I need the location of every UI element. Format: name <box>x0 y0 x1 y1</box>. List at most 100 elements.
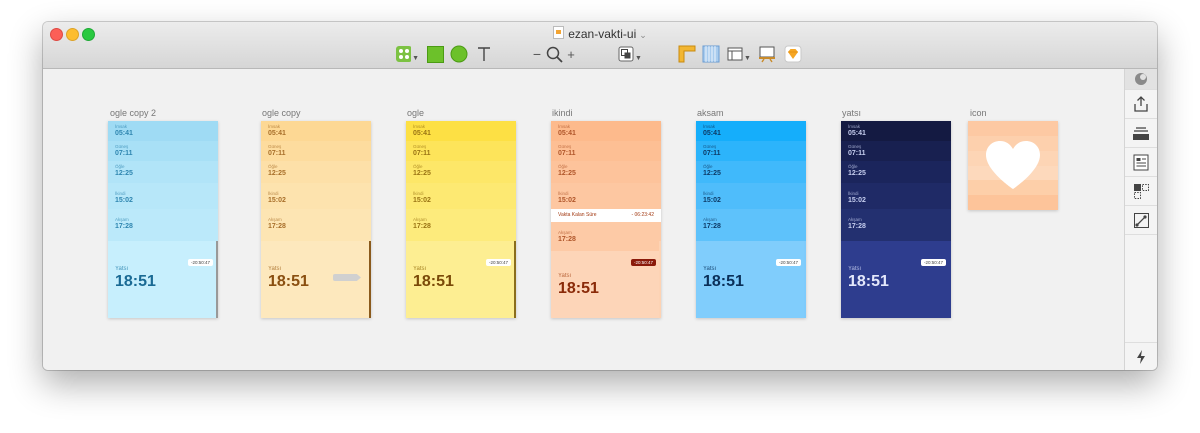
prayer-row: Akşam 17:28 <box>261 209 371 241</box>
lightning-icon <box>1137 350 1145 364</box>
prayer-name: İmsak <box>558 124 571 129</box>
prayer-time: 15:02 <box>558 197 576 204</box>
text-tool-button[interactable] <box>474 44 494 64</box>
artboard-edge-line <box>804 241 806 318</box>
prayer-time: 17:28 <box>413 223 431 230</box>
prayer-row: İkindi 15:02 <box>551 183 661 209</box>
countdown-badge: -20:50:47 <box>920 259 946 266</box>
rectangle-icon <box>426 45 444 63</box>
artboard-ogle[interactable]: İmsak 05:41 Güneş 07:11 Öğle 12:25 İkindi 15:02… <box>406 121 516 318</box>
prayer-row: İmsak 05:41 <box>551 121 661 141</box>
current-prayer-name: Yatsı <box>268 266 282 272</box>
artboard-label-yatsi[interactable]: yatsı <box>842 108 861 118</box>
cloud-button[interactable] <box>1125 69 1157 90</box>
artboard-label-aksam[interactable]: aksam <box>697 108 724 118</box>
prayer-name: İmsak <box>115 124 128 129</box>
countdown-badge: -20:50:47 <box>775 259 801 266</box>
current-prayer-time: 18:51 <box>413 273 454 290</box>
icon-stripe <box>968 195 1058 210</box>
remaining-time-label: Vakta Kalan Süre <box>558 212 597 218</box>
artboard-ikindi[interactable]: İmsak 05:41 Güneş 07:11 Öğle 12:25 İkindi 15:02… <box>551 121 661 318</box>
canvas[interactable]: ogle copy 2 ogle copy ogle ikindi aksam … <box>43 69 1125 370</box>
boolean-operations-button[interactable]: ▼ <box>617 44 643 64</box>
layout-button[interactable]: ▼ <box>726 44 752 64</box>
prayer-row: Akşam 17:28 <box>551 222 661 251</box>
heart-icon <box>986 141 1040 189</box>
prayer-name: İkindi <box>115 191 126 196</box>
prayer-row: İkindi 15:02 <box>841 183 951 209</box>
symbols-button[interactable] <box>1125 177 1157 206</box>
rectangle-tool-button[interactable] <box>425 44 445 64</box>
grid-button[interactable] <box>701 44 721 64</box>
artboard-label-ogle[interactable]: ogle <box>407 108 424 118</box>
prayer-row: İkindi 15:02 <box>261 183 371 209</box>
prayer-name: Akşam <box>703 217 717 222</box>
artboard-ogle-copy[interactable]: İmsak 05:41 Güneş 07:11 Öğle 12:25 İkindi 15:02… <box>261 121 371 318</box>
artboard-label-ogle-copy-2[interactable]: ogle copy 2 <box>110 108 156 118</box>
prayer-time: 07:11 <box>703 150 721 157</box>
zoom-button[interactable] <box>544 44 564 64</box>
prayer-time: 15:02 <box>413 197 431 204</box>
prayer-name: Öğle <box>558 164 568 169</box>
prayer-time: 15:02 <box>115 197 133 204</box>
prayer-time: 17:28 <box>848 223 866 230</box>
oval-tool-button[interactable] <box>449 44 469 64</box>
current-prayer-time: 18:51 <box>703 273 744 290</box>
prayer-time: 12:25 <box>413 170 431 177</box>
prayer-name: Güneş <box>703 144 717 149</box>
artboard-edge-line <box>216 241 218 318</box>
grid-icon <box>702 45 720 63</box>
current-prayer-block: Yatsı 18:51 <box>406 241 516 318</box>
prayer-row: Öğle 12:25 <box>108 161 218 183</box>
artboard-aksam[interactable]: İmsak 05:41 Güneş 07:11 Öğle 12:25 İkindi 15:02… <box>696 121 806 318</box>
prayer-time: 05:41 <box>703 130 721 137</box>
edit-path-button[interactable] <box>1125 206 1157 235</box>
edit-path-icon <box>1133 212 1149 228</box>
prayer-name: Güneş <box>558 144 572 149</box>
countdown-badge: -20:50:47 <box>187 259 213 266</box>
oval-icon <box>450 45 468 63</box>
prayer-name: İkindi <box>413 191 424 196</box>
countdown-badge <box>333 274 361 281</box>
prayer-name: Güneş <box>848 144 862 149</box>
prayer-row: Öğle 12:25 <box>261 161 371 183</box>
title-bar: ezan-vakti-ui ⌄ ▼ − + ▼ ▼ <box>43 22 1157 69</box>
prayer-row: İmsak 05:41 <box>108 121 218 141</box>
layer-stack-button[interactable] <box>1125 119 1157 148</box>
prayer-time: 17:28 <box>115 223 133 230</box>
artboard-ogle-copy-2[interactable]: İmsak 05:41 Güneş 07:11 Öğle 12:25 İkindi 15:02… <box>108 121 218 318</box>
zoom-in-button[interactable]: + <box>565 44 577 64</box>
prayer-time: 15:02 <box>848 197 866 204</box>
sketch-cloud-button[interactable] <box>782 44 804 64</box>
prayer-name: Güneş <box>115 144 129 149</box>
artboard-label-icon[interactable]: icon <box>970 108 987 118</box>
rulers-button[interactable] <box>677 44 697 64</box>
artboard-icon[interactable] <box>968 121 1058 210</box>
preview-button[interactable] <box>756 44 778 64</box>
artboard-edge-line <box>369 241 371 318</box>
current-prayer-block: Yatsı 18:51 <box>108 241 218 318</box>
artboard-yatsı[interactable]: İmsak 05:41 Güneş 07:11 Öğle 12:25 İkindi 15:02… <box>841 121 951 318</box>
zoom-out-button[interactable]: − <box>531 44 543 64</box>
prayer-row: Öğle 12:25 <box>551 161 661 183</box>
prayer-name: Öğle <box>413 164 423 169</box>
current-prayer-time: 18:51 <box>268 273 309 290</box>
prayer-row: Akşam 17:28 <box>108 209 218 241</box>
document-title[interactable]: ezan-vakti-ui ⌄ <box>43 26 1157 41</box>
insert-shapes-button[interactable]: ▼ <box>395 44 419 64</box>
prayer-name: Öğle <box>848 164 858 169</box>
prayer-name: İmsak <box>703 124 716 129</box>
artboard-label-ikindi[interactable]: ikindi <box>552 108 573 118</box>
export-button[interactable] <box>1125 90 1157 119</box>
prayer-name: Öğle <box>703 164 713 169</box>
cloud-icon <box>1135 73 1147 85</box>
prayer-name: Akşam <box>268 217 282 222</box>
prayer-row: İmsak 05:41 <box>261 121 371 141</box>
toolbar: ▼ − + ▼ ▼ <box>43 44 1157 64</box>
zoom-in-icon: + <box>567 46 575 62</box>
artboard-label-ogle-copy[interactable]: ogle copy <box>262 108 301 118</box>
prayer-time: 12:25 <box>848 170 866 177</box>
prayer-name: Akşam <box>558 230 572 235</box>
lightning-button[interactable] <box>1125 342 1157 370</box>
document-info-button[interactable] <box>1125 148 1157 177</box>
